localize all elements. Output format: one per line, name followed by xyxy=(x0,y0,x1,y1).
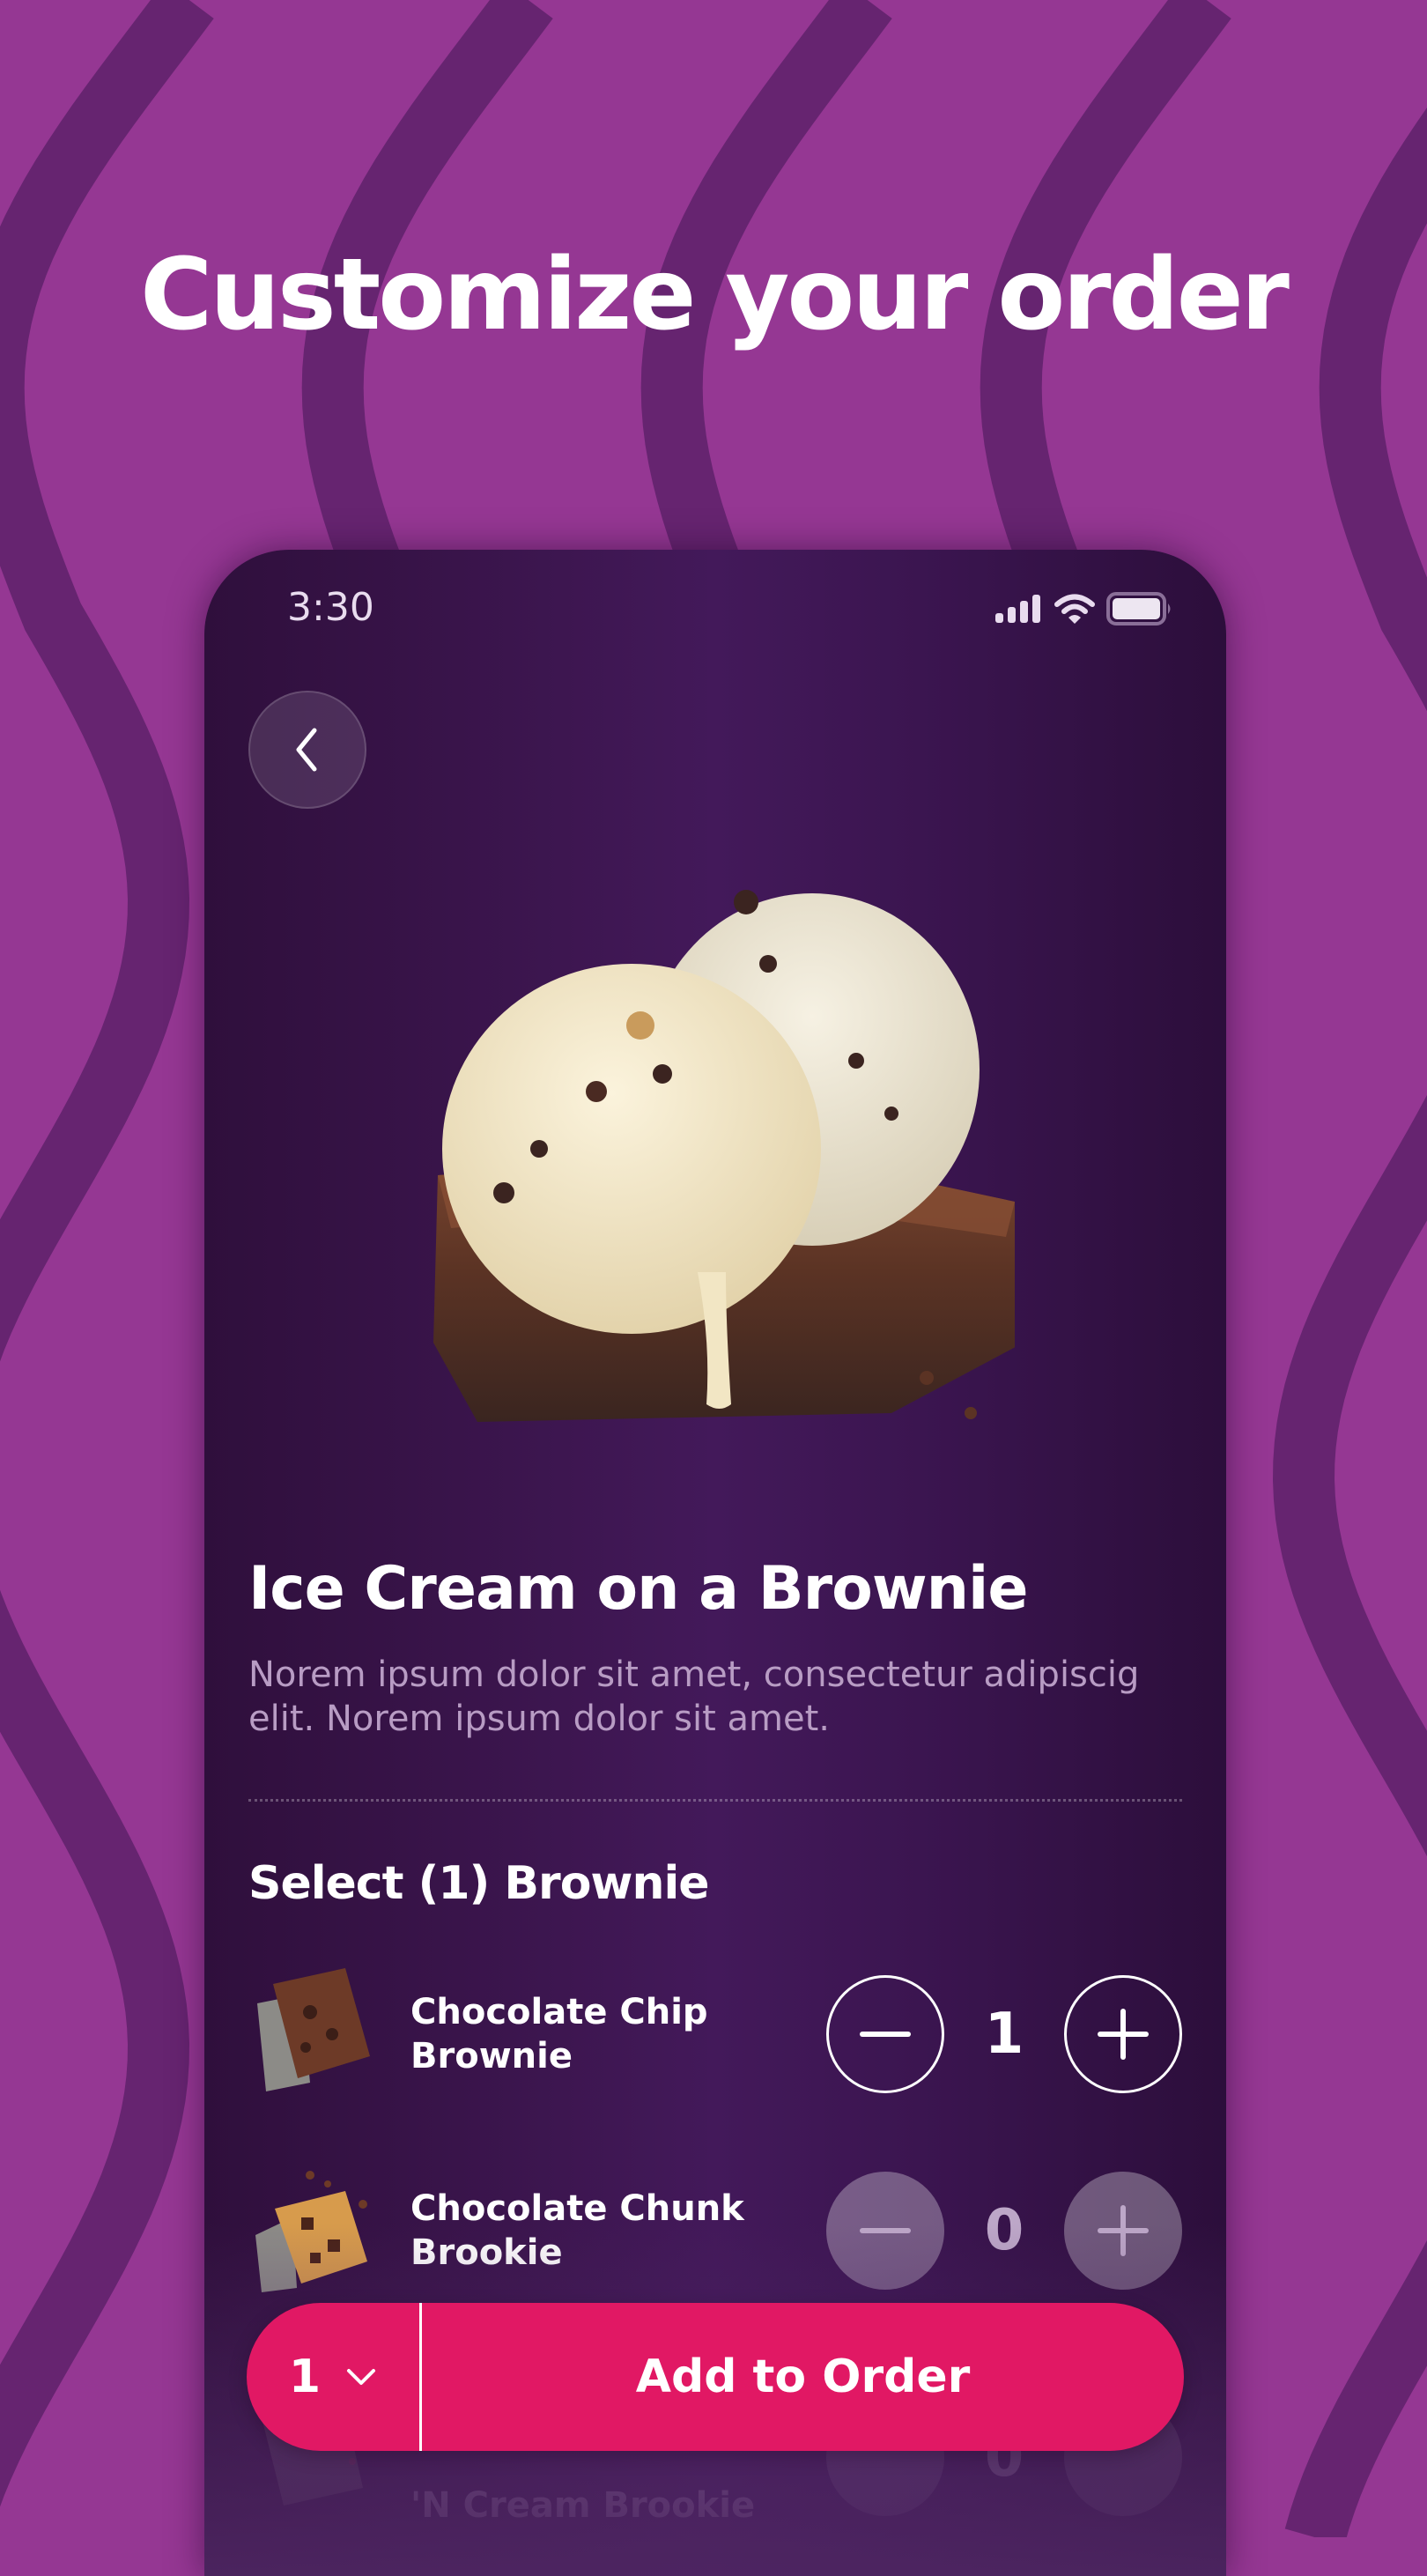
selection-heading: Select (1) Brownie xyxy=(248,1857,710,1910)
decrement-button[interactable] xyxy=(826,1975,944,2093)
option-thumbnail xyxy=(257,1968,370,2091)
cta-quantity-value: 1 xyxy=(288,2350,322,2403)
product-image xyxy=(433,890,1015,1422)
quantity-dropdown[interactable]: 1 xyxy=(247,2303,422,2451)
quantity-value: 0 xyxy=(984,2198,1024,2263)
chevron-down-icon xyxy=(347,2369,376,2385)
quantity-value: 1 xyxy=(984,2002,1024,2067)
increment-button[interactable] xyxy=(1064,1975,1182,2093)
option-thumbnail xyxy=(255,2171,367,2292)
plus-icon xyxy=(1098,2009,1149,2060)
product-description: Norem ipsum dolor sit amet, consectetur … xyxy=(248,1654,1140,1739)
phone-screen: 3:30 Ice Cream on a Brownie Norem ipsum … xyxy=(204,550,1226,2576)
minus-icon xyxy=(860,2032,911,2037)
quantity-stepper: 1 xyxy=(826,1975,1182,2093)
status-time: 3:30 xyxy=(287,585,374,630)
signal-icon xyxy=(995,595,1040,623)
product-title: Ice Cream on a Brownie xyxy=(248,1554,1028,1624)
minus-icon xyxy=(860,2228,911,2233)
section-divider xyxy=(248,1799,1182,1802)
headline: Customize your order xyxy=(140,238,1290,352)
plus-icon xyxy=(1098,2205,1149,2256)
add-to-order-button[interactable]: Add to Order xyxy=(422,2303,1184,2451)
option-name: Chocolate Chip Brownie xyxy=(410,1992,708,2076)
wave-stripe xyxy=(1272,107,1427,2537)
battery-icon xyxy=(1106,592,1171,625)
increment-button[interactable] xyxy=(1064,2172,1182,2290)
quantity-stepper: 0 xyxy=(826,2172,1182,2290)
wave-stripe xyxy=(0,0,214,2507)
status-icons xyxy=(994,592,1173,625)
decrement-button[interactable] xyxy=(826,2172,944,2290)
back-button[interactable] xyxy=(248,691,366,809)
option-chocolate-chunk-brookie: Chocolate Chunk Brookie 0 xyxy=(248,2165,1182,2297)
option-name: Chocolate Chunk Brookie xyxy=(410,2188,744,2273)
option-name: 'N Cream Brookie xyxy=(410,2485,756,2526)
chevron-left-icon xyxy=(296,728,317,772)
add-to-order-bar: 1 Add to Order xyxy=(247,2303,1184,2451)
option-chocolate-chip-brownie: Chocolate Chip Brownie 1 xyxy=(248,1968,1182,2100)
wifi-icon xyxy=(1054,594,1095,624)
